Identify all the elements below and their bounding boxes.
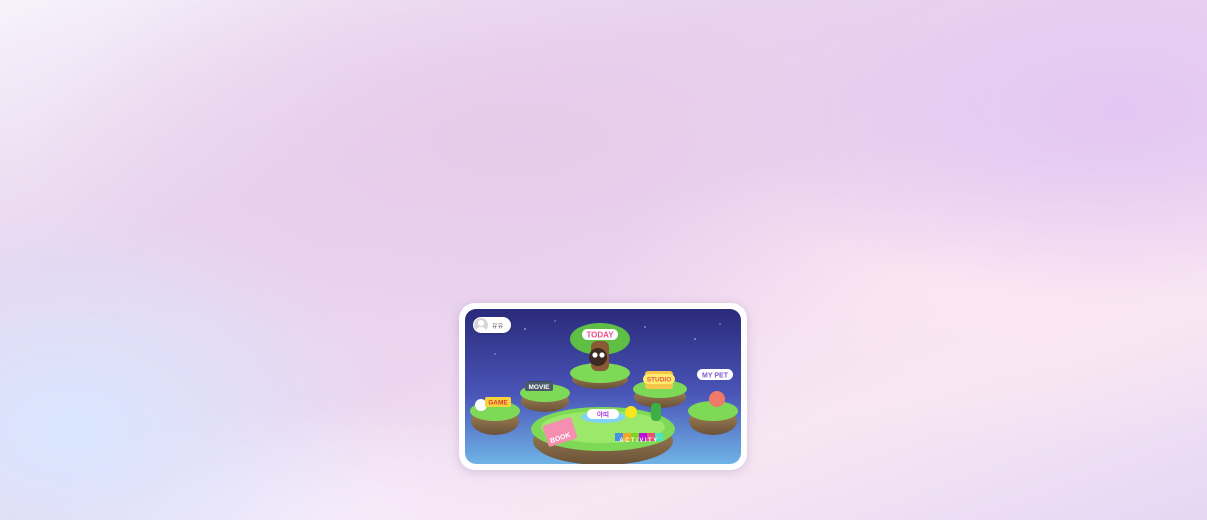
profile-name: 유유 <box>492 323 504 330</box>
studio-label[interactable]: STUDIO <box>647 377 672 384</box>
today-label[interactable]: TODAY <box>586 331 614 340</box>
profile-button[interactable]: 유유 <box>473 317 512 333</box>
avatar <box>474 318 488 332</box>
center-island-label[interactable]: 아띠 <box>597 410 609 419</box>
activity-label[interactable]: ACTIVITY <box>619 438 658 444</box>
movie-label[interactable]: MOVIE <box>529 384 551 391</box>
mypet-label[interactable]: MY PET <box>702 373 729 380</box>
app-preview-device: TODAY MOVIE STUDIO MY PET GAME BOOK ACTI… <box>459 303 747 470</box>
game-label[interactable]: GAME <box>488 400 508 407</box>
island-map: TODAY MOVIE STUDIO MY PET GAME BOOK ACTI… <box>465 309 741 464</box>
app-home-screen: TODAY MOVIE STUDIO MY PET GAME BOOK ACTI… <box>465 309 741 464</box>
